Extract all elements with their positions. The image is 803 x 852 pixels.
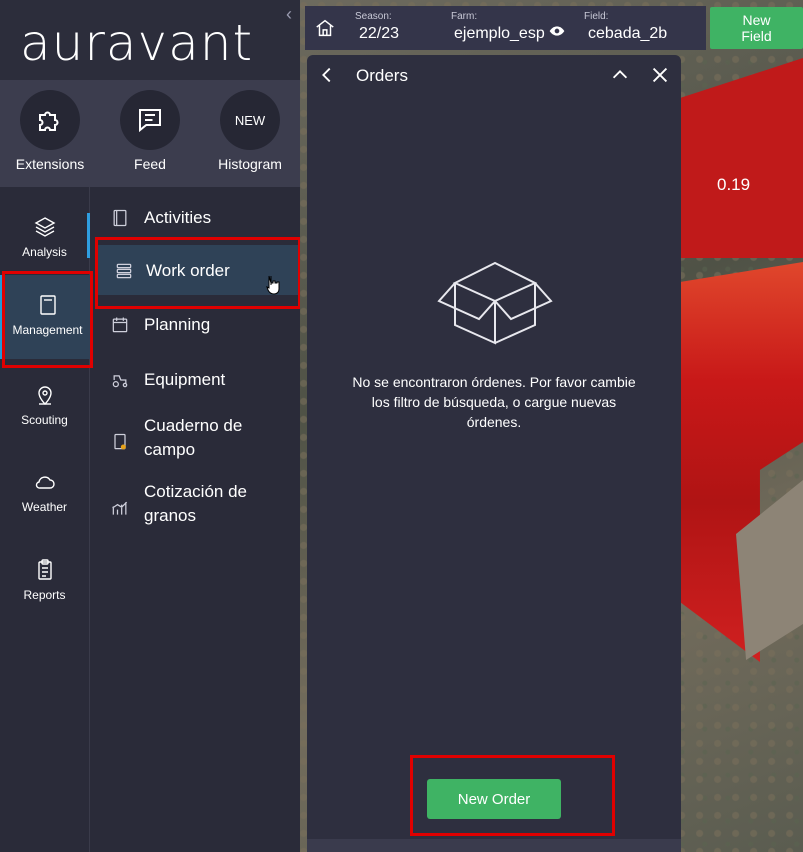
empty-box-icon [437, 261, 553, 345]
quick-action-histogram[interactable]: NEW Histogram [205, 90, 295, 172]
hand-cursor-icon [266, 275, 280, 295]
nav-item-analysis[interactable]: Analysis [0, 197, 89, 277]
submenu-item-cuaderno[interactable]: Cuaderno de campo [90, 414, 300, 470]
cloud-icon [35, 476, 55, 489]
close-icon[interactable] [649, 64, 671, 86]
clipboard-icon [37, 559, 52, 580]
nav-item-label: Management [12, 323, 83, 337]
app-logo: auravant [20, 14, 254, 72]
main-nav: Analysis Management Scouting Weather Rep… [0, 187, 92, 852]
quick-action-label: Feed [134, 156, 166, 172]
submenu-item-cotizacion[interactable]: Cotización de granos [90, 480, 300, 536]
map-value-label: 0.19 [717, 175, 751, 194]
collapse-sidebar-icon[interactable]: ‹ [286, 4, 292, 25]
logo-bar: auravant ‹ [0, 0, 300, 80]
nav-item-management[interactable]: Management [0, 275, 92, 359]
calendar-icon [112, 317, 128, 333]
nav-item-weather[interactable]: Weather [0, 452, 89, 532]
farm-key: Farm: [451, 11, 478, 22]
server-icon [116, 263, 132, 279]
notebook-icon [113, 209, 127, 227]
panel-header: Orders [307, 55, 681, 95]
sidebar: auravant ‹ Extensions Feed NEW Histogram… [0, 0, 300, 852]
season-key: Season: [355, 11, 392, 22]
panel-title: Orders [356, 66, 408, 85]
submenu-item-work-order[interactable]: Work order [98, 245, 298, 295]
field-value: cebada_2b [588, 25, 668, 42]
submenu-item-label: Work order [146, 261, 230, 280]
puzzle-icon [20, 90, 80, 150]
orders-panel: Orders No se encontraron órdenes. Por fa… [307, 55, 681, 852]
nav-item-reports[interactable]: Reports [0, 540, 89, 620]
submenu-item-label: Equipment [144, 370, 226, 389]
new-order-button[interactable]: New Order [427, 779, 561, 819]
pin-icon [37, 386, 52, 405]
new-badge: NEW [220, 90, 280, 150]
chevron-up-icon[interactable] [609, 64, 631, 86]
panel-footer [307, 839, 681, 852]
chart-icon [112, 501, 128, 515]
tractor-icon [112, 375, 128, 388]
nav-item-label: Weather [21, 500, 68, 514]
layers-icon [34, 217, 55, 237]
quick-actions-bar: Extensions Feed NEW Histogram [0, 80, 300, 187]
new-field-button[interactable]: New Field [710, 7, 803, 49]
submenu-item-label: Activities [144, 208, 212, 227]
nav-item-label: Analysis [22, 245, 67, 259]
back-icon[interactable] [316, 64, 338, 86]
submenu-item-label: Cuaderno de campo [144, 416, 243, 459]
season-value: 22/23 [359, 25, 400, 42]
new-field-label: New Field [741, 12, 772, 44]
nav-item-label: Scouting [21, 413, 68, 427]
submenu-item-label: Cotización de granos [144, 482, 248, 525]
submenu-item-planning[interactable]: Planning [90, 299, 300, 349]
field-key: Field: [584, 11, 609, 22]
nav-item-scouting[interactable]: Scouting [0, 365, 89, 445]
submenu-item-activities[interactable]: Activities [90, 192, 300, 242]
management-submenu: Activities Work order Planning Equipment… [90, 187, 300, 852]
field-selector[interactable]: Field: cebada_2b [574, 6, 706, 50]
farm-value: ejemplo_esp [454, 25, 545, 42]
home-button[interactable] [305, 6, 345, 50]
submenu-item-label: Planning [144, 315, 211, 334]
quick-action-feed[interactable]: Feed [105, 90, 195, 172]
farm-selector[interactable]: Farm: ejemplo_esp [441, 6, 574, 50]
eye-icon[interactable] [549, 25, 565, 37]
book-icon [39, 295, 56, 315]
season-selector[interactable]: Season: 22/23 [345, 6, 441, 50]
submenu-item-equipment[interactable]: Equipment [90, 354, 300, 404]
quick-action-label: Histogram [218, 156, 282, 172]
home-icon [316, 19, 334, 37]
nav-item-label: Reports [23, 588, 66, 602]
empty-state-message: No se encontraron órdenes. Por favor cam… [352, 374, 636, 430]
quick-action-extensions[interactable]: Extensions [5, 90, 95, 172]
field-book-icon [114, 433, 126, 450]
field-polygon [680, 58, 803, 258]
feed-icon [120, 90, 180, 150]
quick-action-label: Extensions [15, 156, 85, 172]
